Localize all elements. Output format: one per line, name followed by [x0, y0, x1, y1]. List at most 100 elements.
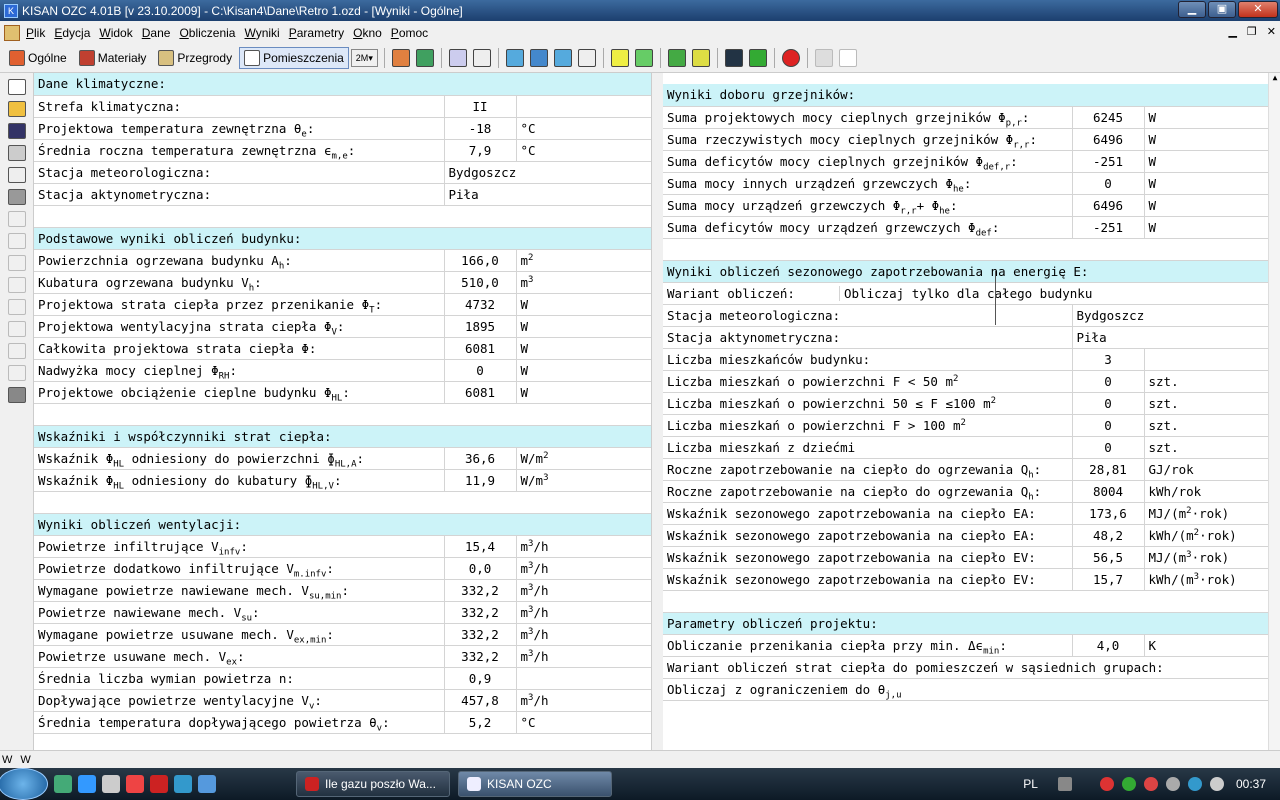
row-unit-tail: /h: [533, 604, 549, 620]
usb-icon[interactable]: [1165, 777, 1180, 791]
menu-obliczenia[interactable]: Obliczenia: [179, 26, 235, 40]
mdi-close-button[interactable]: ✕: [1267, 25, 1276, 38]
close-button[interactable]: ✕: [1238, 1, 1278, 18]
menu-dane[interactable]: Dane: [142, 26, 171, 40]
media-icon[interactable]: [198, 775, 216, 793]
delete-icon[interactable]: [8, 321, 26, 337]
copy-icon[interactable]: [8, 277, 26, 293]
table-2-icon[interactable]: [691, 49, 710, 67]
open-folder-icon[interactable]: [8, 101, 26, 117]
save-icon[interactable]: [8, 123, 26, 139]
menu-edycja[interactable]: Edycja: [54, 26, 90, 40]
unit-dropdown[interactable]: 2M ▾: [350, 49, 378, 67]
new-file-icon[interactable]: [8, 79, 26, 95]
building-icon[interactable]: [391, 49, 410, 67]
row-label-sup: 2: [952, 373, 959, 384]
param-text-1: Wariant obliczeń strat ciepła do pomiesz…: [667, 659, 1164, 675]
result-row: Liczba mieszkań o powierzchni F > 100 m2…: [663, 414, 1280, 437]
menu-plik[interactable]: Plik: [26, 26, 45, 40]
section-dane-klimatyczne-label: Dane klimatyczne:: [38, 76, 166, 92]
sort-icon[interactable]: [838, 49, 857, 67]
paste-icon[interactable]: [8, 299, 26, 315]
radiator-icon[interactable]: [610, 49, 629, 67]
przegrody-button[interactable]: Przegrody: [153, 47, 237, 69]
grid-icon[interactable]: [448, 49, 467, 67]
mdi-minimize-button[interactable]: ▁: [1228, 25, 1236, 38]
explorer-icon[interactable]: [102, 775, 120, 793]
task-browser[interactable]: Ile gazu poszło Wa...: [296, 771, 450, 797]
keyboard-icon[interactable]: [1057, 777, 1072, 791]
row-value: 332,2: [461, 626, 499, 642]
scroll-up-icon[interactable]: ▲: [1269, 73, 1280, 85]
result-row: Obliczanie przenikania ciepła przy min. …: [663, 634, 1280, 657]
menu-pomoc[interactable]: Pomoc: [391, 26, 428, 40]
stop-icon[interactable]: [781, 49, 800, 67]
window-icon[interactable]: [505, 49, 524, 67]
opera-icon[interactable]: [150, 775, 168, 793]
building-globe-icon[interactable]: [415, 49, 434, 67]
result-row: Wymagane powietrze usuwane mech. Vex,min…: [34, 623, 651, 646]
messenger-icon[interactable]: [174, 775, 192, 793]
language-indicator[interactable]: PL: [1023, 777, 1038, 791]
maximize-button[interactable]: ▣: [1208, 1, 1236, 18]
cut-icon[interactable]: [8, 255, 26, 271]
minimize-button[interactable]: ▁: [1178, 1, 1206, 18]
ogolne-button[interactable]: Ogólne: [4, 47, 72, 69]
row-value: 1895: [464, 318, 496, 334]
result-row: Liczba mieszkań z dziećmi 0 szt.: [663, 436, 1280, 459]
section-sezonowe-zapotrzebowanie-label: Wyniki obliczeń sezonowego zapotrzebowan…: [667, 263, 1089, 279]
panel-splitter[interactable]: [652, 73, 663, 750]
find-next-icon[interactable]: [8, 365, 26, 381]
row-label-tail: odniesiony do kubatury ɸ: [124, 472, 313, 488]
print-icon[interactable]: [8, 189, 26, 205]
section-wyniki-budynku: Podstawowe wyniki obliczeń budynku:: [34, 227, 651, 250]
grid-disabled-icon[interactable]: [814, 49, 833, 67]
result-row: Projektowa wentylacyjna strata ciepła ΦV…: [34, 315, 651, 338]
status-bar: W W: [0, 750, 1280, 768]
undo-icon[interactable]: [8, 211, 26, 227]
calculator-icon[interactable]: [724, 49, 743, 67]
materialy-button[interactable]: Materiały: [74, 47, 152, 69]
wariant-dropdown[interactable]: Obliczaj tylko dla całego budynku: [839, 285, 1093, 301]
redo-icon[interactable]: [8, 233, 26, 249]
toolbar: Ogólne Materiały Przegrody Pomieszczenia…: [0, 44, 1280, 73]
row-label: Nadwyżka mocy cieplnej Φ: [38, 362, 219, 378]
print-preview-icon[interactable]: [8, 167, 26, 183]
show-desktop-icon[interactable]: [54, 775, 72, 793]
menu-widok[interactable]: Widok: [99, 26, 132, 40]
row-label-tail: :: [382, 714, 390, 730]
internet-explorer-icon[interactable]: [78, 775, 96, 793]
system-tray: PL 00:37: [1023, 768, 1280, 800]
calculator-side-icon[interactable]: [8, 387, 26, 403]
window-2-icon[interactable]: [529, 49, 548, 67]
row-label-tail: :: [374, 296, 383, 312]
door-icon[interactable]: [577, 49, 596, 67]
app-quicklaunch-icon[interactable]: [126, 775, 144, 793]
find-icon[interactable]: [8, 343, 26, 359]
sync-icon[interactable]: [1121, 777, 1136, 791]
network-icon[interactable]: [1187, 777, 1202, 791]
row-label: Wskaźnik sezonowego zapotrzebowania na c…: [667, 505, 1036, 521]
antivirus-icon[interactable]: [1143, 777, 1158, 791]
section-dobor-grzejnikow-label: Wyniki doboru grzejników:: [667, 87, 856, 103]
security-icon[interactable]: [1099, 777, 1114, 791]
volume-icon[interactable]: [1209, 777, 1224, 791]
mdi-restore-button[interactable]: ❐: [1247, 25, 1257, 38]
start-button[interactable]: [0, 768, 48, 800]
vertical-scrollbar[interactable]: ▲: [1268, 73, 1280, 750]
window-3-icon[interactable]: [553, 49, 572, 67]
task-kisan[interactable]: KISAN OZC: [458, 771, 612, 797]
menu-wyniki[interactable]: Wyniki: [244, 26, 279, 40]
table-icon[interactable]: [667, 49, 686, 67]
menu-parametry[interactable]: Parametry: [289, 26, 344, 40]
radiator-2-icon[interactable]: [634, 49, 653, 67]
menu-okno[interactable]: Okno: [353, 26, 382, 40]
hatch-icon[interactable]: [472, 49, 491, 67]
chart-icon[interactable]: [748, 49, 767, 67]
document-icon[interactable]: [4, 24, 20, 41]
properties-icon[interactable]: [8, 145, 26, 161]
pomieszczenia-button[interactable]: Pomieszczenia: [239, 47, 349, 69]
result-row: Roczne zapotrzebowanie na ciepło do ogrz…: [663, 458, 1280, 481]
result-row: Średnia temperatura dopływającego powiet…: [34, 711, 651, 734]
task-kisan-label: KISAN OZC: [487, 777, 552, 791]
